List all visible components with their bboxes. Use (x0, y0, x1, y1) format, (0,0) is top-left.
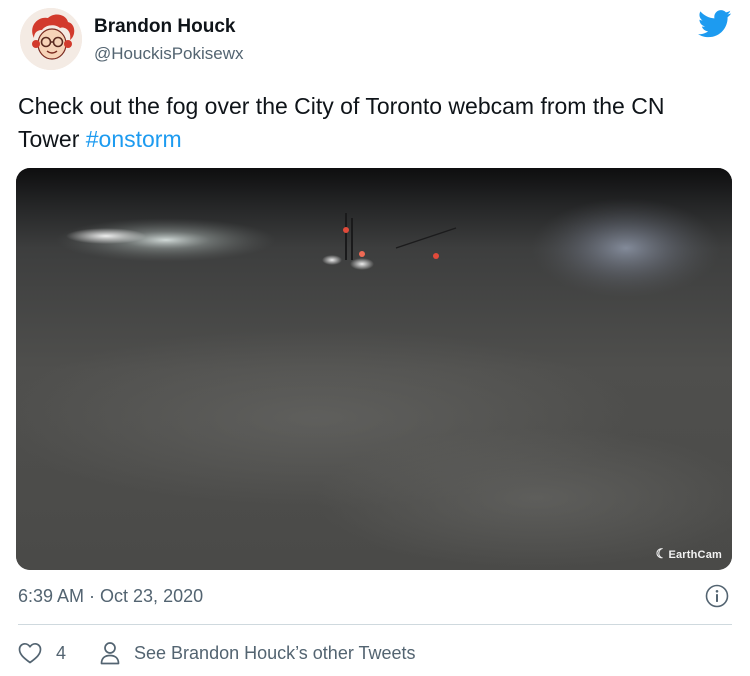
heart-icon (18, 642, 42, 664)
earthcam-watermark: ☾EarthCam (656, 546, 722, 562)
like-count: 4 (56, 642, 67, 663)
tweet-media-photo[interactable]: ☾EarthCam (16, 168, 732, 570)
cartoon-avatar-icon (20, 8, 82, 70)
see-other-tweets-link[interactable]: See Brandon Houck’s other Tweets (100, 641, 416, 665)
author-info[interactable]: Brandon Houck @HouckisPokisewx (94, 16, 244, 65)
earthcam-label: EarthCam (668, 549, 722, 561)
tweet-text: Check out the fog over the City of Toron… (18, 90, 730, 156)
like-button[interactable]: 4 (18, 642, 66, 664)
divider (18, 624, 732, 625)
earthcam-logo-icon: ☾ (655, 546, 668, 561)
tweet-timestamp[interactable]: 6:39 AM · Oct 23, 2020 (18, 585, 203, 607)
tweet-card[interactable]: Brandon Houck @HouckisPokisewx Check out… (0, 0, 750, 676)
hashtag-link[interactable]: #onstorm (86, 126, 182, 152)
see-other-tweets-label: See Brandon Houck’s other Tweets (134, 642, 416, 663)
webcam-photo (16, 168, 732, 570)
tweet-actions: 4 See Brandon Houck’s other Tweets (18, 640, 416, 666)
author-avatar[interactable] (20, 8, 82, 70)
author-display-name[interactable]: Brandon Houck (94, 16, 244, 38)
twitter-bird-icon[interactable] (698, 10, 732, 38)
info-icon[interactable] (705, 584, 729, 608)
author-handle[interactable]: @HouckisPokisewx (94, 43, 244, 65)
person-icon (100, 642, 120, 665)
